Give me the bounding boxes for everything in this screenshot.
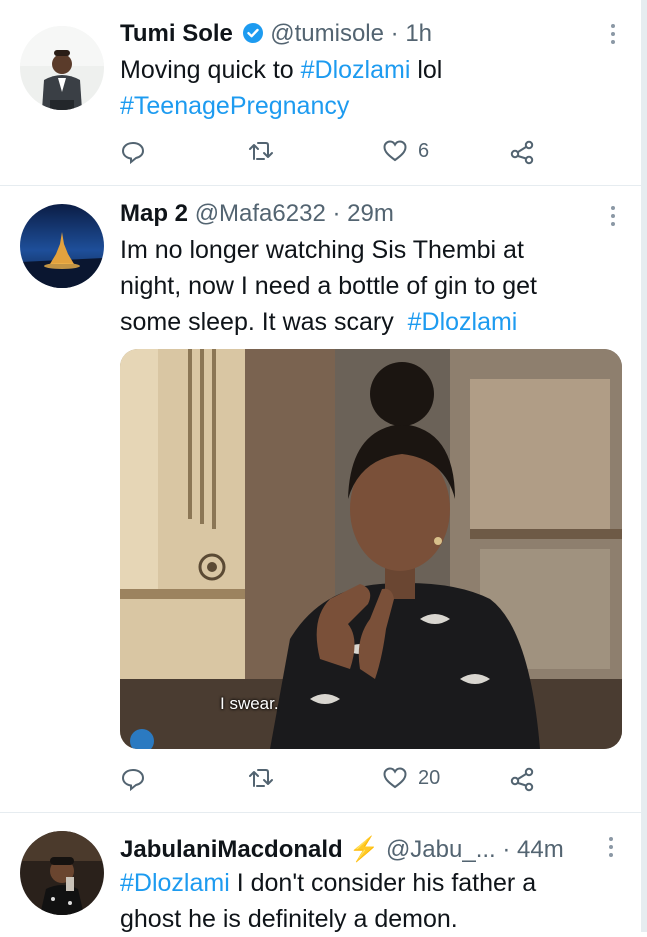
text-line: Moving quick to #Dlozlami lol	[120, 52, 600, 88]
tweet-header: Tumi Sole @tumisole · 1h	[120, 20, 432, 51]
text-segment: ghost he is definitely a demon.	[120, 905, 458, 933]
text-line: night, now I need a bottle of gin to get	[120, 268, 600, 304]
tweet-card[interactable]: Tumi Sole @tumisole · 1h Moving quick to…	[0, 0, 641, 186]
tweet-text: Moving quick to #Dlozlami lol #TeenagePr…	[120, 52, 600, 124]
reply-icon	[120, 766, 146, 792]
text-line: #Dlozlami I don't consider his father a	[120, 865, 600, 901]
reply-button[interactable]	[120, 139, 146, 165]
timestamp[interactable]: 1h	[405, 20, 432, 47]
more-icon[interactable]	[609, 837, 613, 861]
timestamp[interactable]: 29m	[347, 200, 394, 227]
retweet-button[interactable]	[247, 139, 275, 163]
hashtag-link[interactable]: #TeenagePregnancy	[120, 92, 349, 120]
tweet-header: Map 2 @Mafa6232 · 29m	[120, 200, 394, 228]
hashtag-link[interactable]: #Dlozlami	[408, 308, 518, 336]
hashtag-link[interactable]: #Dlozlami	[120, 869, 230, 897]
retweet-icon	[247, 139, 275, 163]
tweet-actions: 6	[120, 139, 550, 169]
heart-icon	[382, 766, 408, 790]
tweet-header: JabulaniMacdonald ⚡ @Jabu_... · 44m	[120, 835, 564, 864]
lightning-badge-icon: ⚡	[349, 836, 380, 863]
user-handle[interactable]: @Jabu_...	[386, 836, 496, 863]
user-handle[interactable]: @Mafa6232	[195, 200, 326, 227]
avatar[interactable]	[20, 26, 104, 110]
retweet-icon	[247, 766, 275, 790]
tweet-card[interactable]: Map 2 @Mafa6232 · 29m Im no longer watch…	[0, 186, 641, 813]
text-segment: night, now I need a bottle of gin to get	[120, 272, 537, 300]
user-handle[interactable]: @tumisole	[270, 20, 384, 47]
display-name[interactable]: JabulaniMacdonald	[120, 836, 343, 863]
scrollbar-track	[641, 0, 647, 932]
tweet-text: #Dlozlami I don't consider his father a …	[120, 865, 600, 937]
share-button[interactable]	[510, 139, 536, 165]
more-icon[interactable]	[611, 206, 615, 230]
like-button[interactable]: 20	[382, 766, 440, 790]
reply-icon	[120, 139, 146, 165]
like-count: 6	[418, 139, 430, 162]
timestamp[interactable]: 44m	[517, 836, 564, 863]
tweet-actions: 20	[120, 766, 550, 796]
media-image[interactable]: I swear.	[120, 349, 622, 749]
like-button[interactable]: 6	[382, 139, 429, 163]
display-name[interactable]: Map 2	[120, 200, 188, 227]
heart-icon	[382, 139, 408, 163]
separator-dot: ·	[502, 836, 511, 863]
text-segment: lol	[410, 56, 443, 84]
like-count: 20	[418, 766, 441, 789]
hashtag-link[interactable]: #Dlozlami	[301, 56, 411, 84]
reply-button[interactable]	[120, 766, 146, 792]
text-segment: Moving quick to	[120, 56, 301, 84]
separator-dot: ·	[332, 200, 341, 227]
text-line: Im no longer watching Sis Thembi at	[120, 232, 600, 268]
text-line: #TeenagePregnancy	[120, 88, 600, 124]
display-name[interactable]: Tumi Sole	[120, 20, 233, 47]
video-subtitle: I swear.	[220, 694, 279, 713]
share-button[interactable]	[510, 766, 536, 792]
avatar[interactable]	[20, 204, 104, 288]
text-segment: Im no longer watching Sis Thembi at	[120, 236, 524, 264]
avatar[interactable]	[20, 831, 104, 915]
retweet-button[interactable]	[247, 766, 275, 790]
separator-dot: ·	[390, 20, 399, 47]
more-icon[interactable]	[611, 24, 615, 48]
share-icon	[510, 766, 536, 792]
text-line: some sleep. It was scary #Dlozlami	[120, 304, 600, 340]
text-segment: some sleep. It was scary	[120, 308, 408, 336]
share-icon	[510, 139, 536, 165]
text-segment: I don't consider his father a	[229, 869, 537, 897]
verified-badge-icon	[242, 22, 264, 51]
tweet-text: Im no longer watching Sis Thembi at nigh…	[120, 232, 600, 340]
tweet-card[interactable]: JabulaniMacdonald ⚡ @Jabu_... · 44m #Dlo…	[0, 813, 641, 933]
